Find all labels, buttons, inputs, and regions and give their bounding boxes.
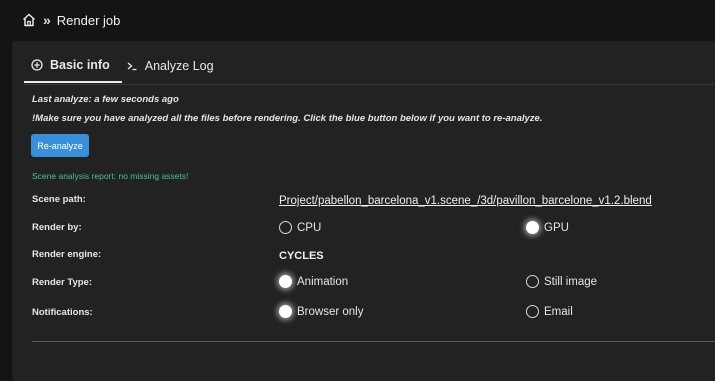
radio-label: Email bbox=[544, 305, 573, 318]
scene-path-label: Scene path: bbox=[32, 194, 86, 205]
radio-checked-icon bbox=[526, 221, 539, 234]
reanalyze-warning: !Make sure you have analyzed all the fil… bbox=[32, 113, 543, 124]
render-by-cpu-radio[interactable]: CPU bbox=[279, 221, 321, 234]
tab-analyze-log[interactable]: Analyze Log bbox=[122, 49, 226, 83]
top-bar: » Render job bbox=[0, 0, 715, 40]
radio-unchecked-icon bbox=[526, 305, 539, 318]
render-type-still-image-radio[interactable]: Still image bbox=[526, 275, 597, 288]
radio-label: CPU bbox=[297, 221, 322, 234]
render-job-panel: Basic info Analyze Log Last analyze: a f… bbox=[12, 41, 715, 381]
radio-label: Browser only bbox=[297, 305, 364, 318]
render-type-animation-radio[interactable]: Animation bbox=[279, 275, 348, 288]
radio-label: GPU bbox=[544, 221, 569, 234]
terminal-icon bbox=[126, 60, 138, 72]
radio-label: Animation bbox=[297, 275, 349, 288]
render-by-gpu-radio[interactable]: GPU bbox=[526, 221, 569, 234]
reanalyze-button[interactable]: Re-analyze bbox=[31, 134, 89, 157]
page-title: Render job bbox=[56, 12, 121, 28]
last-analyze-text: Last analyze: a few seconds ago bbox=[32, 94, 179, 105]
tab-bar: Basic info Analyze Log bbox=[24, 49, 226, 83]
radio-unchecked-icon bbox=[526, 275, 539, 288]
section-divider bbox=[32, 341, 715, 342]
radio-unchecked-icon bbox=[279, 221, 292, 234]
tab-basic-info-label: Basic info bbox=[50, 58, 110, 72]
render-engine-value: CYCLES bbox=[279, 250, 324, 262]
tabs-divider bbox=[24, 84, 714, 85]
radio-label: Still image bbox=[544, 275, 598, 288]
render-engine-label: Render engine: bbox=[32, 249, 102, 260]
notifications-email-radio[interactable]: Email bbox=[526, 305, 573, 318]
scene-path-link[interactable]: Project/pabellon_barcelona_v1.scene_/3d/… bbox=[279, 195, 652, 207]
notifications-browser-radio[interactable]: Browser only bbox=[279, 305, 363, 318]
notifications-label: Notifications: bbox=[32, 307, 93, 318]
analysis-report: Scene analysis report: no missing assets… bbox=[32, 171, 189, 181]
render-type-label: Render Type: bbox=[32, 277, 93, 288]
tab-analyze-log-label: Analyze Log bbox=[144, 59, 214, 73]
tab-basic-info[interactable]: Basic info bbox=[24, 49, 122, 83]
render-by-label: Render by: bbox=[32, 222, 82, 233]
breadcrumb-separator: » bbox=[43, 12, 51, 28]
home-icon[interactable] bbox=[22, 13, 36, 27]
radio-checked-icon bbox=[279, 305, 292, 318]
radio-checked-icon bbox=[279, 275, 292, 288]
plus-circle-icon bbox=[31, 59, 43, 71]
